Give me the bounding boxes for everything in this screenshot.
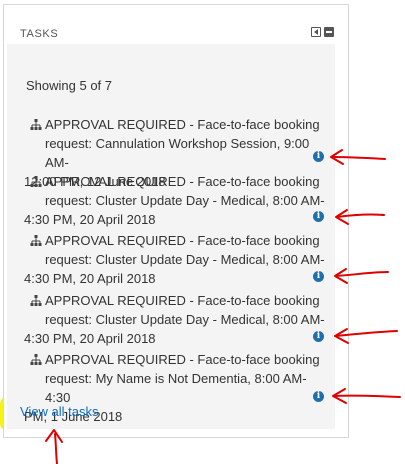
task-text-line1: APPROVAL REQUIRED - Face-to-face booking [45, 174, 320, 189]
info-icon[interactable]: i [313, 271, 324, 282]
task-line: APPROVAL REQUIRED - Face-to-face booking [24, 291, 330, 310]
task-line: APPROVAL REQUIRED - Face-to-face booking [24, 172, 330, 191]
block-title: TASKS [20, 28, 59, 40]
info-icon[interactable]: i [313, 151, 324, 162]
info-icon[interactable]: i [313, 331, 324, 342]
task-text-line1: APPROVAL REQUIRED - Face-to-face booking [45, 352, 320, 367]
task-text-line2: request: Cluster Update Day - Medical, 8… [45, 312, 325, 327]
task-line: APPROVAL REQUIRED - Face-to-face booking [24, 115, 330, 134]
task-item[interactable]: APPROVAL REQUIRED - Face-to-face booking… [24, 172, 330, 229]
task-text-line1: APPROVAL REQUIRED - Face-to-face booking [45, 117, 320, 132]
task-text-line1: APPROVAL REQUIRED - Face-to-face booking [45, 233, 320, 248]
tasks-count-summary: Showing 5 of 7 [26, 78, 113, 93]
task-text-line3: 4:30 PM, 20 April 2018 [24, 271, 156, 286]
workflow-tree-icon [30, 295, 42, 306]
info-icon[interactable]: i [313, 211, 324, 222]
task-line: APPROVAL REQUIRED - Face-to-face booking [24, 350, 330, 369]
task-text-line2: request: Cannulation Workshop Session, 9… [45, 136, 310, 170]
view-all-tasks-link[interactable]: View all tasks [20, 404, 99, 419]
task-item[interactable]: APPROVAL REQUIRED - Face-to-face booking… [24, 291, 330, 348]
workflow-tree-icon [30, 176, 42, 187]
block-controls [311, 27, 334, 37]
task-item[interactable]: APPROVAL REQUIRED - Face-to-face booking… [24, 231, 330, 288]
task-text-line3: 4:30 PM, 20 April 2018 [24, 212, 156, 227]
task-text-line1: APPROVAL REQUIRED - Face-to-face booking [45, 293, 320, 308]
collapse-icon[interactable] [324, 27, 334, 37]
workflow-tree-icon [30, 354, 42, 365]
info-icon[interactable]: i [313, 391, 324, 402]
workflow-tree-icon [30, 119, 42, 130]
task-text-line2: request: My Name is Not Dementia, 8:00 A… [45, 371, 307, 405]
task-text-line2: request: Cluster Update Day - Medical, 8… [45, 252, 325, 267]
task-text-line3: 4:30 PM, 20 April 2018 [24, 331, 156, 346]
workflow-tree-icon [30, 235, 42, 246]
task-line: APPROVAL REQUIRED - Face-to-face booking [24, 231, 330, 250]
dock-icon[interactable] [311, 27, 321, 37]
screenshot-canvas: TASKS Showing 5 of 7 APPROVAL REQUIRED -… [0, 0, 405, 464]
task-text-line2: request: Cluster Update Day - Medical, 8… [45, 193, 325, 208]
